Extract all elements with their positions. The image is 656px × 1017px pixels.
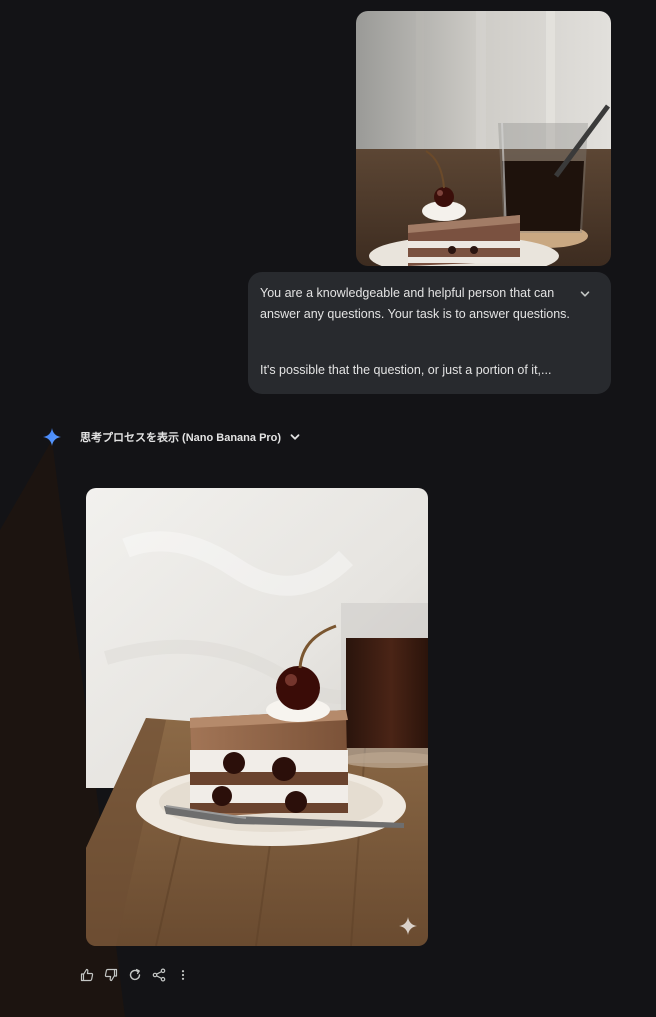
prompt-text-line: You are a knowledgeable and helpful pers… <box>260 286 555 300</box>
more-options-button[interactable] <box>174 966 192 984</box>
more-vert-icon <box>181 970 185 980</box>
prompt-text-line: It's possible that the question, or just… <box>260 363 552 377</box>
share-icon <box>152 968 166 982</box>
thumbs-up-button[interactable] <box>78 966 96 984</box>
regenerate-icon <box>129 968 141 981</box>
regenerate-button[interactable] <box>126 966 144 984</box>
share-button[interactable] <box>150 966 168 984</box>
chevron-down-icon <box>290 434 300 440</box>
user-prompt-bubble[interactable]: You are a knowledgeable and helpful pers… <box>248 272 611 394</box>
gemini-spark-icon <box>43 428 61 446</box>
prompt-gap <box>260 325 565 360</box>
show-thinking-toggle[interactable]: 思考プロセスを表示 (Nano Banana Pro) <box>80 429 301 445</box>
user-uploaded-image[interactable] <box>356 11 611 266</box>
expand-prompt-button[interactable] <box>577 286 593 302</box>
thumbs-down-button[interactable] <box>102 966 120 984</box>
chat-page: You are a knowledgeable and helpful pers… <box>0 0 656 1017</box>
response-actions <box>78 965 198 985</box>
thumbs-up-icon <box>80 968 94 982</box>
gemini-spark-icon <box>398 916 418 936</box>
thumbs-down-icon <box>104 968 118 982</box>
chevron-down-icon <box>580 291 590 297</box>
model-response-header: 思考プロセスを表示 (Nano Banana Pro) <box>42 427 301 447</box>
prompt-text-line: answer any questions. Your task is to an… <box>260 307 570 321</box>
generated-image[interactable] <box>86 488 428 946</box>
show-thinking-label: 思考プロセスを表示 (Nano Banana Pro) <box>80 432 282 444</box>
